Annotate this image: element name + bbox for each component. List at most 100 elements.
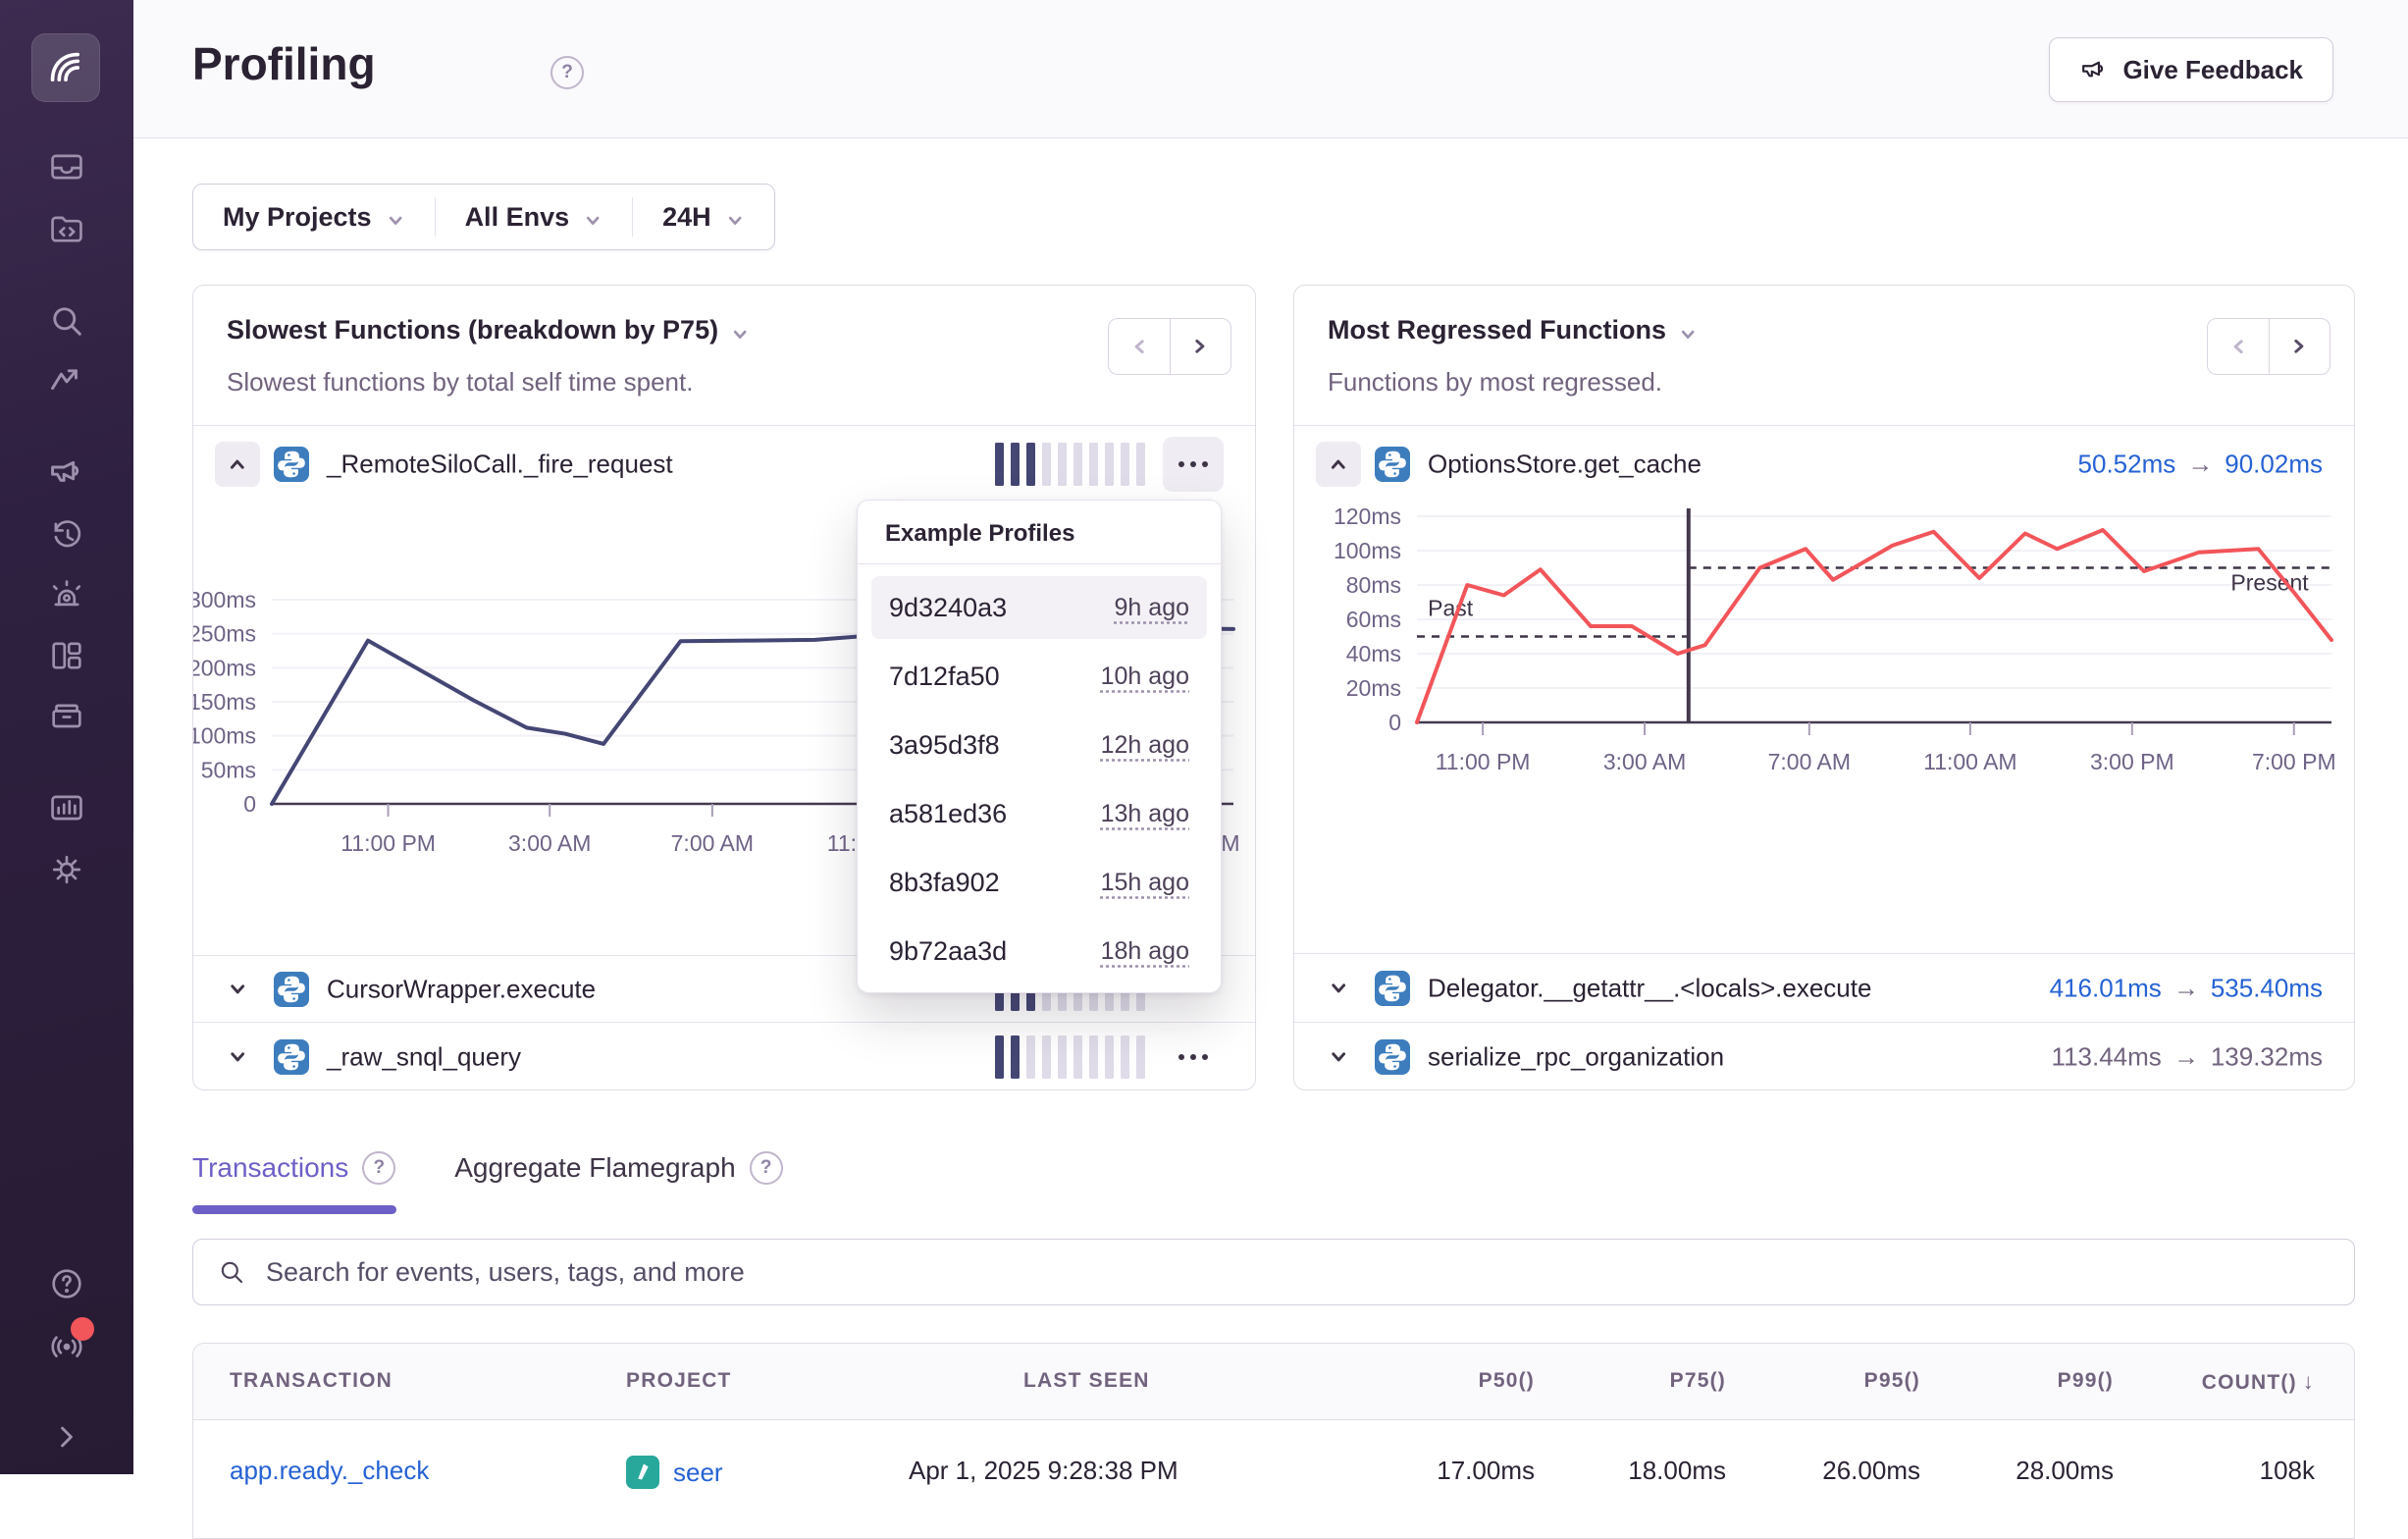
collapse-sidebar-icon[interactable] xyxy=(47,1417,86,1457)
example-profiles-popup: Example Profiles 9d3240a39h ago7d12fa501… xyxy=(857,500,1222,993)
after-value-link[interactable]: 535.40ms xyxy=(2211,973,2323,1003)
environment-filter[interactable]: All Envs xyxy=(435,197,633,237)
python-icon xyxy=(274,1039,309,1075)
next-page-button[interactable] xyxy=(2270,319,2330,374)
profile-timestamp-link[interactable]: 18h ago xyxy=(1101,937,1189,966)
insights-trend-icon[interactable] xyxy=(47,363,86,402)
function-actions-button[interactable] xyxy=(1163,437,1224,492)
tab-aggregate-flamegraph[interactable]: Aggregate Flamegraph ? xyxy=(454,1129,782,1207)
column-header[interactable]: COUNT()↓ xyxy=(2202,1369,2315,1395)
prev-page-button[interactable] xyxy=(2208,319,2270,374)
project-name: seer xyxy=(673,1458,723,1488)
profile-item[interactable]: 9d3240a39h ago xyxy=(871,576,1207,639)
expand-function-button[interactable] xyxy=(1316,966,1361,1011)
tab-transactions[interactable]: Transactions ? xyxy=(192,1129,395,1207)
after-value-link[interactable]: 90.02ms xyxy=(2225,449,2323,479)
profile-item[interactable]: 3a95d3f812h ago xyxy=(871,714,1207,776)
column-header[interactable]: P99() xyxy=(2058,1369,2114,1393)
function-name: _RemoteSiloCall._fire_request xyxy=(327,449,673,479)
expand-function-button[interactable] xyxy=(215,967,260,1012)
help-icon[interactable] xyxy=(47,1264,86,1303)
explore-search-icon[interactable] xyxy=(47,301,86,341)
search-input[interactable] xyxy=(266,1257,2330,1288)
sort-desc-icon: ↓ xyxy=(2303,1369,2315,1394)
profile-item[interactable]: 8b3fa90215h ago xyxy=(871,851,1207,914)
profile-id: a581ed36 xyxy=(889,799,1007,829)
transactions-help-icon[interactable]: ? xyxy=(362,1151,395,1185)
page-filter-bar: My Projects All Envs 24H xyxy=(192,184,775,250)
after-value: 139.32ms xyxy=(2211,1041,2323,1072)
expand-function-button[interactable] xyxy=(1316,1035,1361,1080)
dashboards-grid-icon[interactable] xyxy=(47,636,86,675)
column-header[interactable]: P75() xyxy=(1670,1369,1726,1393)
sentry-logo[interactable] xyxy=(31,33,100,102)
table-row[interactable]: app.ready._checkseerApr 1, 2025 9:28:38 … xyxy=(193,1420,2354,1509)
feedback-megaphone-icon[interactable] xyxy=(47,452,86,492)
svg-text:300ms: 300ms xyxy=(193,587,256,612)
projects-icon[interactable] xyxy=(47,209,86,248)
prev-page-button[interactable] xyxy=(1109,319,1171,374)
function-row[interactable]: Delegator.__getattr__.<locals>.execute 4… xyxy=(1294,953,2354,1022)
releases-archive-icon[interactable] xyxy=(47,697,86,736)
next-page-button[interactable] xyxy=(1171,319,1231,374)
slowest-functions-title-dropdown[interactable]: Slowest Functions (breakdown by P75) xyxy=(227,315,1088,345)
column-header[interactable]: P95() xyxy=(1864,1369,1920,1393)
project-cell[interactable]: seer xyxy=(626,1456,723,1489)
expand-function-button[interactable] xyxy=(215,1035,260,1080)
svg-text:100ms: 100ms xyxy=(193,723,256,749)
most-regressed-chart: 020ms40ms60ms80ms100ms120ms11:00 PM3:00 … xyxy=(1309,497,2341,821)
before-value-link[interactable]: 50.52ms xyxy=(2078,449,2176,479)
profile-list: 9d3240a39h ago7d12fa5010h ago3a95d3f812h… xyxy=(858,564,1221,1000)
transaction-link[interactable]: app.ready._check xyxy=(230,1456,429,1486)
project-filter[interactable]: My Projects xyxy=(193,197,435,237)
search-bar[interactable] xyxy=(192,1239,2355,1305)
most-regressed-title-dropdown[interactable]: Most Regressed Functions xyxy=(1328,315,2187,345)
page-header: Profiling ? Give Feedback xyxy=(133,0,2408,138)
function-name: OptionsStore.get_cache xyxy=(1428,449,1701,479)
column-header[interactable]: P50() xyxy=(1479,1369,1535,1393)
arrow-right-icon: → xyxy=(2173,973,2199,1003)
settings-gear-icon[interactable] xyxy=(47,850,86,889)
issues-icon[interactable] xyxy=(47,147,86,186)
column-header[interactable]: TRANSACTION xyxy=(230,1369,393,1393)
chevron-down-icon xyxy=(725,207,745,227)
function-row-expanded[interactable]: _RemoteSiloCall._fire_request xyxy=(193,425,1255,502)
page-title: Profiling xyxy=(192,37,376,90)
profile-timestamp-link[interactable]: 12h ago xyxy=(1101,731,1189,760)
before-value-link[interactable]: 416.01ms xyxy=(2050,973,2162,1003)
transactions-table: TRANSACTION PROJECT LAST SEEN P50() P75() P95… xyxy=(192,1343,2355,1539)
profile-timestamp-link[interactable]: 9h ago xyxy=(1115,594,1189,622)
column-header[interactable]: PROJECT xyxy=(626,1369,732,1393)
stats-icon[interactable] xyxy=(47,788,86,827)
table-header: TRANSACTION PROJECT LAST SEEN P50() P75() P95… xyxy=(193,1344,2354,1420)
column-header[interactable]: LAST SEEN xyxy=(1023,1369,1150,1393)
profile-item[interactable]: 7d12fa5010h ago xyxy=(871,645,1207,708)
most-regressed-title: Most Regressed Functions xyxy=(1328,315,1666,345)
most-regressed-subtitle: Functions by most regressed. xyxy=(1328,367,2187,398)
svg-text:0: 0 xyxy=(243,791,256,817)
flamegraph-help-icon[interactable]: ? xyxy=(750,1151,783,1185)
function-row[interactable]: _raw_snql_query xyxy=(193,1022,1255,1090)
profile-item[interactable]: a581ed36 13h ago xyxy=(871,782,1207,845)
profile-timestamp-link[interactable]: 15h ago xyxy=(1101,869,1189,897)
give-feedback-button[interactable]: Give Feedback xyxy=(2049,37,2333,102)
profile-item[interactable]: 9b72aa3d18h ago xyxy=(871,920,1207,982)
function-row[interactable]: serialize_rpc_organization 113.44ms → 13… xyxy=(1294,1022,2354,1090)
before-value: 113.44ms xyxy=(2052,1041,2162,1072)
svg-text:3:00 PM: 3:00 PM xyxy=(2090,749,2174,774)
function-row-expanded[interactable]: OptionsStore.get_cache 50.52ms → 90.02ms xyxy=(1294,425,2354,502)
most-regressed-panel: Most Regressed Functions Functions by mo… xyxy=(1293,285,2355,1090)
alerts-siren-icon[interactable] xyxy=(47,576,86,615)
view-tabs: Transactions ? Aggregate Flamegraph ? xyxy=(192,1129,783,1207)
collapse-function-button[interactable] xyxy=(1316,442,1361,487)
profiling-help-icon[interactable]: ? xyxy=(550,56,584,89)
seer-project-icon xyxy=(626,1456,659,1489)
profile-timestamp-link[interactable]: 10h ago xyxy=(1101,663,1189,691)
date-range-filter[interactable]: 24H xyxy=(632,197,774,237)
function-actions-button[interactable] xyxy=(1163,1030,1224,1085)
collapse-function-button[interactable] xyxy=(215,442,260,487)
profile-timestamp-link[interactable]: 13h ago xyxy=(1101,800,1189,828)
replays-icon[interactable] xyxy=(47,516,86,556)
regression-delta: 113.44ms → 139.32ms xyxy=(2052,1041,2323,1072)
function-name: CursorWrapper.execute xyxy=(327,974,596,1004)
